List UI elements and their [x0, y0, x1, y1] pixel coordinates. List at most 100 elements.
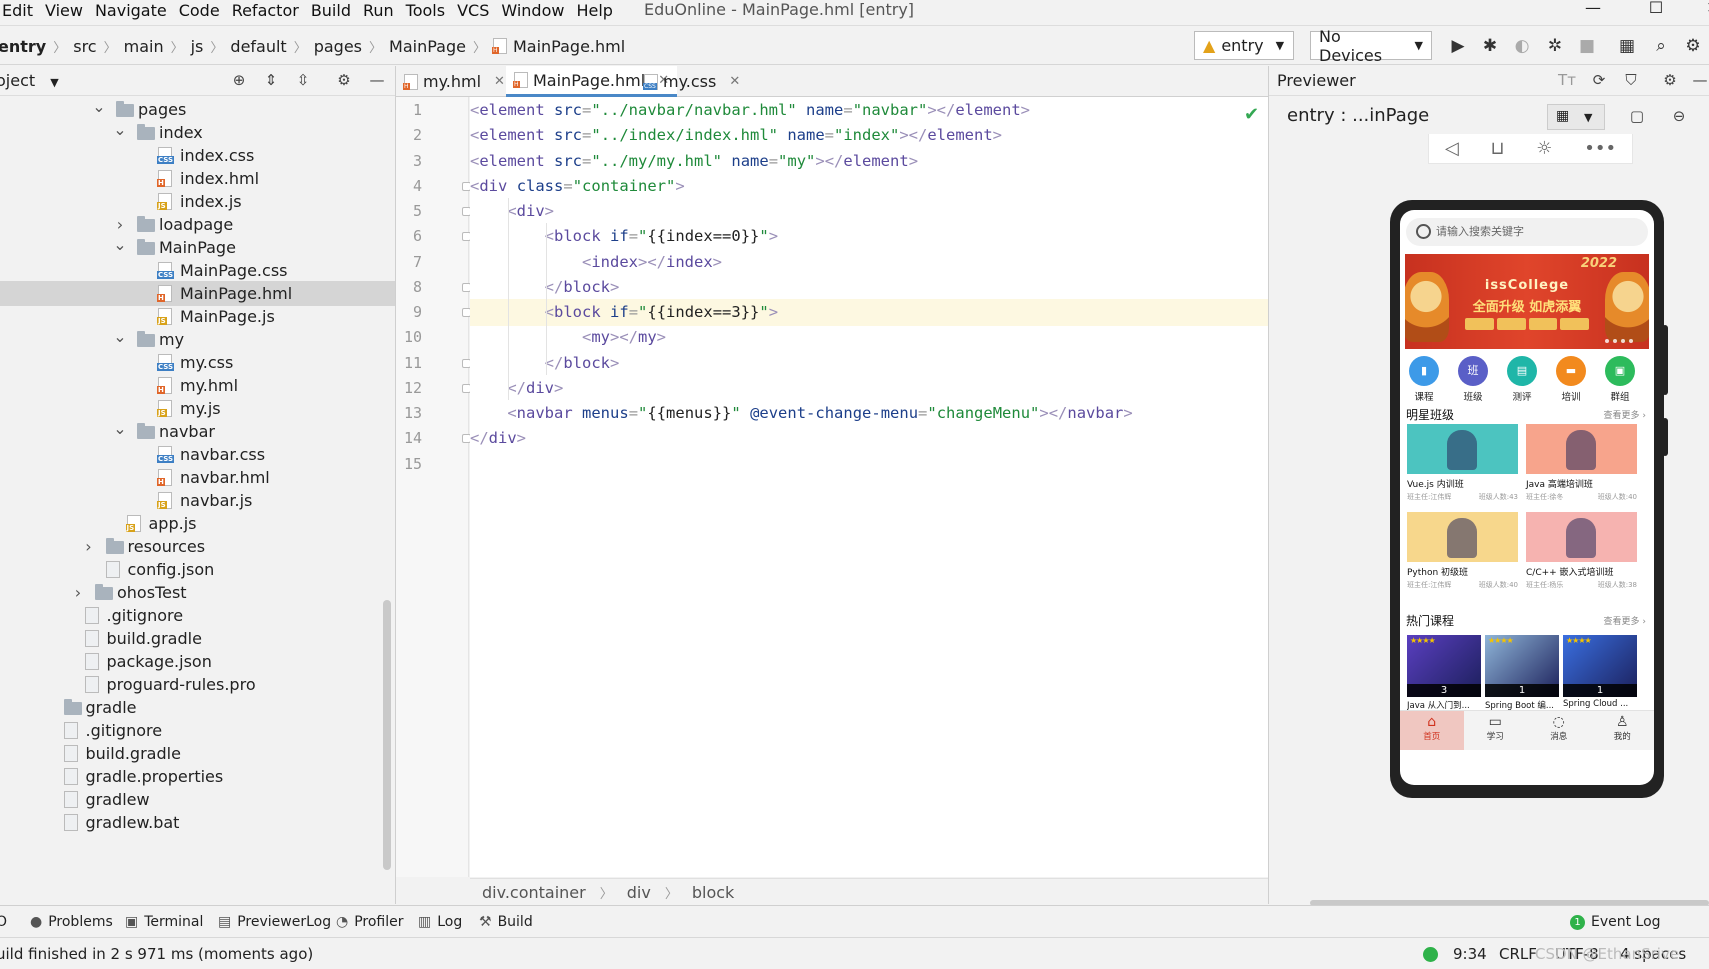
tree-item[interactable]: Hnavbar.hml — [0, 465, 395, 490]
collapse-all-icon[interactable]: ⇳ — [293, 71, 313, 91]
more-icon[interactable]: ••• — [1584, 138, 1616, 159]
menu-item-edit[interactable]: Edit — [0, 0, 39, 26]
tree-item[interactable]: build.gradle — [0, 741, 395, 766]
tree-item[interactable]: Hindex.hml — [0, 166, 395, 191]
tree-item[interactable]: ⌄ MainPage — [0, 235, 395, 260]
inspector-icon[interactable]: ⛉ — [1621, 71, 1641, 91]
tree-item[interactable]: gradlew.bat — [0, 810, 395, 835]
tree-item[interactable]: ⌄ navbar — [0, 419, 395, 444]
tree-item[interactable]: CSS index.css — [0, 143, 395, 168]
fold-icon[interactable]: ⊔ — [1490, 138, 1504, 159]
device-profile-toggle[interactable]: ▦ ▼ — [1547, 104, 1605, 130]
settings-gear-icon[interactable]: ⚙ — [1682, 35, 1704, 57]
course-card[interactable]: ★★★★ 3 Java 从入门到... — [1407, 635, 1481, 711]
status-indicator[interactable] — [1423, 947, 1438, 962]
tree-item[interactable]: Hmy.hml — [0, 373, 395, 398]
menu-item-run[interactable]: Run — [357, 0, 400, 26]
tree-item[interactable]: ⌄ index — [0, 120, 395, 145]
code-line[interactable]: <element src="../index/index.hml" name="… — [470, 122, 1268, 149]
stop-icon[interactable]: ■ — [1576, 35, 1598, 57]
breadcrumb-item[interactable]: entry 〉 — [0, 37, 73, 56]
category-2[interactable]: ▤ 测评 — [1502, 356, 1542, 403]
breadcrumb-item[interactable]: default 〉 — [230, 37, 313, 56]
menu-item-view[interactable]: View — [39, 0, 89, 26]
tree-item[interactable]: › loadpage — [0, 212, 395, 237]
menu-item-window[interactable]: Window — [495, 0, 570, 26]
star-classes-more-link[interactable]: 查看更多 › — [1604, 408, 1646, 421]
code-line[interactable]: </block> — [470, 350, 1268, 377]
rotate-icon[interactable]: ▢ — [1627, 107, 1647, 127]
maximize-button[interactable]: ☐ — [1633, 0, 1679, 22]
promo-banner[interactable]: 2022 issCollege 全面升级 如虎添翼 — [1405, 254, 1649, 349]
code-line[interactable]: </block> — [470, 274, 1268, 301]
breadcrumb-item[interactable]: pages 〉 — [314, 37, 389, 56]
editor-breadcrumb-item[interactable]: div — [627, 883, 651, 902]
chevron-down-icon[interactable]: ⌄ — [92, 97, 106, 119]
tree-item[interactable]: ⌄ pages — [0, 97, 395, 122]
font-size-icon[interactable]: Tт — [1557, 71, 1577, 91]
close-tab-icon[interactable]: ✕ — [729, 74, 740, 89]
project-structure-icon[interactable]: ▦ — [1616, 35, 1638, 57]
tree-item[interactable]: proguard-rules.pro — [0, 672, 395, 697]
brightness-icon[interactable]: ☼ — [1536, 138, 1552, 159]
debug-icon[interactable]: ✱ — [1479, 35, 1501, 57]
refresh-icon[interactable]: ⟳ — [1589, 71, 1609, 91]
menu-item-refactor[interactable]: Refactor — [226, 0, 305, 26]
course-card[interactable]: ★★★★ 1 Spring Cloud ... — [1563, 635, 1637, 709]
toolwindow-previewerlog[interactable]: ▤ PreviewerLog — [218, 906, 331, 938]
chevron-down-icon[interactable]: ⌄ — [113, 117, 127, 142]
project-tree-scrollbar[interactable] — [383, 600, 391, 870]
status-message[interactable]: uild finished in 2 s 971 ms (moments ago… — [0, 938, 313, 969]
category-0[interactable]: ▮ 课程 — [1404, 356, 1444, 403]
tree-item[interactable]: JS app.js — [0, 511, 395, 536]
line-separator[interactable]: CRLF — [1499, 938, 1537, 969]
breadcrumb-item[interactable]: js 〉 — [191, 37, 231, 56]
code-editor[interactable]: <element src="../navbar/navbar.hml" name… — [470, 97, 1268, 877]
editor-breadcrumb-item[interactable]: div.container — [482, 883, 586, 902]
search-icon[interactable]: ⌕ — [1650, 35, 1672, 57]
hide-previewer-icon[interactable]: — — [1690, 71, 1709, 91]
menu-item-help[interactable]: Help — [570, 0, 618, 26]
chevron-down-icon[interactable]: ⌄ — [113, 416, 127, 441]
tree-item[interactable]: gradle — [0, 695, 395, 720]
profile-icon[interactable]: ✲ — [1544, 35, 1566, 57]
tree-item[interactable]: JS my.js — [0, 396, 395, 421]
code-line[interactable]: <my></my> — [470, 324, 1268, 351]
app-tab-1[interactable]: ▭ 学习 — [1464, 711, 1528, 750]
class-card[interactable]: Python 初级班 班主任:江伟辉 班级人数:40 — [1407, 512, 1518, 592]
tree-item[interactable]: config.json — [0, 557, 395, 582]
menu-item-navigate[interactable]: Navigate — [89, 0, 173, 26]
code-line[interactable]: <block if="{{index==3}}"> — [470, 299, 1268, 326]
close-window-button[interactable]: ✕ — [1690, 0, 1709, 22]
code-line[interactable]: </div> — [470, 425, 1268, 452]
tree-item[interactable]: CSS my.css — [0, 350, 395, 375]
class-card[interactable]: Java 高端培训班 班主任:徐冬 班级人数:40 — [1526, 424, 1637, 504]
project-panel-title[interactable]: oject ▼ — [0, 71, 59, 90]
panel-settings-gear-icon[interactable]: ⚙ — [334, 71, 354, 91]
run-icon[interactable]: ▶ — [1447, 35, 1469, 57]
category-3[interactable]: ▬ 培训 — [1551, 356, 1591, 403]
carousel-dots[interactable] — [1605, 339, 1633, 343]
breadcrumb-item[interactable]: H MainPage.hml — [491, 37, 625, 56]
class-card[interactable]: C/C++ 嵌入式培训班 班主任:杨乐 班级人数:38 — [1526, 512, 1637, 592]
toolwindow-o[interactable]: O — [0, 906, 7, 938]
minimize-button[interactable]: — — [1570, 0, 1616, 22]
back-icon[interactable]: ◁ — [1445, 138, 1459, 159]
cursor-position[interactable]: 9:34 — [1453, 938, 1487, 969]
toolwindow-build[interactable]: ⚒ Build — [479, 906, 533, 938]
tab-my-hml[interactable]: Hmy.hml ✕ — [396, 66, 513, 97]
close-tab-icon[interactable]: ✕ — [494, 74, 505, 89]
tree-item[interactable]: .gitignore — [0, 718, 395, 743]
editor-breadcrumb-item[interactable]: block — [692, 883, 734, 902]
tree-item[interactable]: JS index.js — [0, 189, 395, 214]
course-card[interactable]: ★★★★ 1 Spring Boot 编... — [1485, 635, 1559, 711]
previewer-settings-gear-icon[interactable]: ⚙ — [1660, 71, 1680, 91]
chevron-down-icon[interactable]: ⌄ — [113, 324, 127, 349]
tree-item[interactable]: JS MainPage.js — [0, 304, 395, 329]
menu-item-vcs[interactable]: VCS — [451, 0, 495, 26]
breadcrumb-item[interactable]: src 〉 — [73, 37, 123, 56]
toolwindow-log[interactable]: ▥ Log — [418, 906, 462, 938]
class-card[interactable]: Vue.js 内训班 班主任:江伟辉 班级人数:43 — [1407, 424, 1518, 504]
breadcrumb-item[interactable]: main 〉 — [124, 37, 191, 56]
category-1[interactable]: 班班级 — [1453, 356, 1493, 403]
